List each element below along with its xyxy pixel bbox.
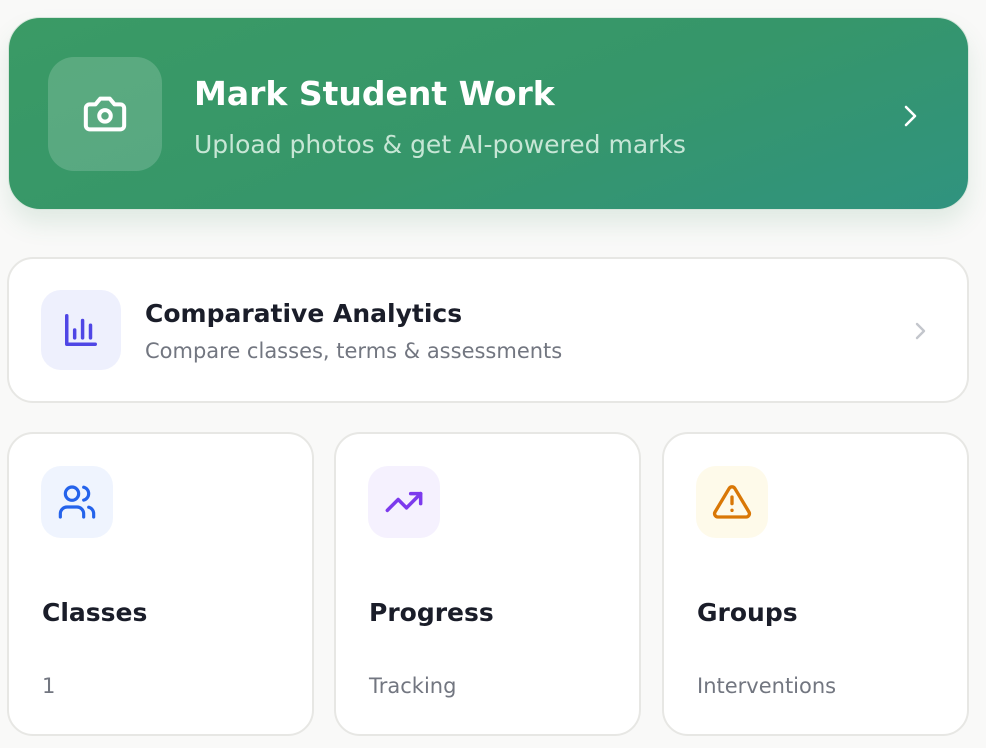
classes-count: 1: [42, 674, 56, 698]
warning-icon: [712, 485, 752, 519]
progress-title: Progress: [369, 598, 494, 627]
groups-tile[interactable]: Groups Interventions: [662, 432, 969, 736]
comparative-analytics-card[interactable]: Comparative Analytics Compare classes, t…: [7, 257, 969, 403]
progress-tile[interactable]: Progress Tracking: [334, 432, 641, 736]
mark-student-work-card[interactable]: Mark Student Work Upload photos & get AI…: [8, 17, 969, 210]
analytics-icon-container: [41, 290, 121, 370]
classes-title: Classes: [42, 598, 148, 627]
chevron-right-icon: [915, 322, 926, 340]
analytics-title: Comparative Analytics: [145, 299, 463, 328]
dashboard-page: Mark Student Work Upload photos & get AI…: [0, 0, 986, 748]
classes-tile[interactable]: Classes 1: [7, 432, 314, 736]
classes-icon-container: [41, 466, 113, 538]
camera-icon: [83, 96, 127, 132]
progress-icon-container: [368, 466, 440, 538]
groups-subtitle: Interventions: [697, 674, 837, 698]
progress-subtitle: Tracking: [369, 674, 457, 698]
chevron-right-icon: [904, 105, 917, 127]
hero-subtitle: Upload photos & get AI-powered marks: [194, 130, 686, 159]
trending-up-icon: [385, 491, 423, 513]
groups-title: Groups: [697, 598, 798, 627]
analytics-subtitle: Compare classes, terms & assessments: [145, 339, 563, 363]
users-icon: [58, 485, 96, 519]
hero-title: Mark Student Work: [194, 74, 555, 113]
groups-icon-container: [696, 466, 768, 538]
hero-icon-container: [48, 57, 162, 171]
bar-chart-icon: [65, 314, 97, 346]
